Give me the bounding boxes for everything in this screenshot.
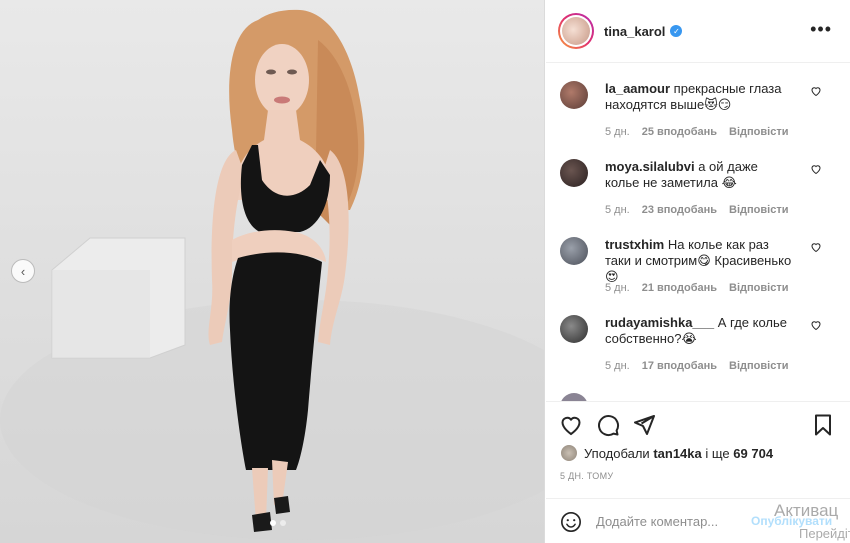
verified-badge-icon: ✓	[670, 25, 683, 37]
carousel-indicator	[270, 520, 286, 526]
heart-icon[interactable]	[810, 241, 822, 253]
commenter-avatar[interactable]	[560, 237, 588, 265]
heart-icon[interactable]	[810, 319, 822, 331]
comment-likes[interactable]: 23 вподобань	[642, 204, 717, 216]
comment-meta: 5 дн. 21 вподобань Відповісти	[605, 282, 788, 294]
reply-button[interactable]: Відповісти	[729, 282, 788, 294]
post-header: tina_karol ✓ •••	[546, 0, 850, 63]
post-side-panel: tina_karol ✓ ••• la_aamour прекрасные гл…	[546, 0, 850, 543]
comment-meta: 5 дн. 17 вподобань Відповісти	[605, 360, 788, 372]
commenter-avatar[interactable]	[560, 315, 588, 343]
carousel-dot-1	[270, 520, 276, 526]
more-options-icon[interactable]: •••	[810, 20, 832, 38]
comment-text: la_aamour прекрасные глаза находятся выш…	[605, 81, 795, 113]
comment-likes[interactable]: 25 вподобань	[642, 126, 717, 138]
comment-text: trustxhim На колье как раз таки и смотри…	[605, 237, 795, 285]
liker-avatar	[560, 444, 578, 462]
likes-summary[interactable]: Уподобали tan14ka і ще 69 704	[560, 444, 773, 462]
commenter-avatar[interactable]	[560, 81, 588, 109]
comments-list: la_aamour прекрасные глаза находятся выш…	[546, 63, 850, 401]
post-photo[interactable]: ‹	[0, 0, 545, 543]
post-timestamp[interactable]: 5 ДН. ТОМУ	[560, 471, 613, 481]
author-username[interactable]: tina_karol	[604, 24, 665, 39]
reply-button[interactable]: Відповісти	[729, 126, 788, 138]
comment-age: 5 дн.	[605, 126, 630, 138]
comment-text: moya.silalubvi а ой даже колье не замети…	[605, 159, 795, 191]
commenter-username[interactable]: la_aamour	[605, 81, 670, 96]
previous-slide-button[interactable]: ‹	[11, 259, 35, 283]
comment-meta: 5 дн. 25 вподобань Відповісти	[605, 126, 788, 138]
commenter-avatar[interactable]	[560, 393, 588, 401]
likes-suffix: і ще	[705, 445, 730, 461]
comment-likes[interactable]: 21 вподобань	[642, 282, 717, 294]
comment-meta: 5 дн. 23 вподобань Відповісти	[605, 204, 788, 216]
liker-username[interactable]: tan14ka	[653, 446, 701, 461]
comment-likes[interactable]: 17 вподобань	[642, 360, 717, 372]
chevron-left-icon: ‹	[20, 263, 26, 279]
likes-prefix: Уподобали	[584, 445, 650, 461]
comment-bubble-icon[interactable]	[596, 413, 620, 437]
heart-icon[interactable]	[810, 85, 822, 97]
post-actions: Уподобали tan14ka і ще 69 704 5 ДН. ТОМУ…	[546, 401, 850, 543]
bookmark-icon[interactable]	[811, 413, 835, 437]
commenter-username[interactable]: trustxhim	[605, 237, 664, 252]
reply-button[interactable]: Відповісти	[729, 360, 788, 372]
windows-activation-watermark-line2: Перейдіть	[799, 526, 850, 541]
commenter-username[interactable]: rudayamishka___	[605, 315, 714, 330]
comment-age: 5 дн.	[605, 360, 630, 372]
add-comment-bar: Додайте коментар... Опублікувати Активац…	[546, 498, 850, 543]
commenter-username[interactable]: moya.silalubvi	[605, 159, 695, 174]
carousel-dot-2	[280, 520, 286, 526]
author-avatar[interactable]	[558, 13, 594, 49]
likes-count[interactable]: 69 704	[733, 446, 773, 461]
heart-icon[interactable]	[810, 163, 822, 175]
photo-illustration	[0, 9, 544, 540]
commenter-avatar[interactable]	[560, 159, 588, 187]
reply-button[interactable]: Відповісти	[729, 204, 788, 216]
comment-text: rudayamishka___ А где колье собственно?😭	[605, 315, 795, 347]
comment-input[interactable]: Додайте коментар...	[596, 514, 718, 529]
windows-activation-watermark: Активац	[774, 501, 839, 520]
comment-age: 5 дн.	[605, 204, 630, 216]
comment-age: 5 дн.	[605, 282, 630, 294]
like-heart-icon[interactable]	[559, 413, 583, 437]
emoji-smiley-icon[interactable]	[560, 511, 582, 533]
share-paper-plane-icon[interactable]	[632, 413, 656, 437]
